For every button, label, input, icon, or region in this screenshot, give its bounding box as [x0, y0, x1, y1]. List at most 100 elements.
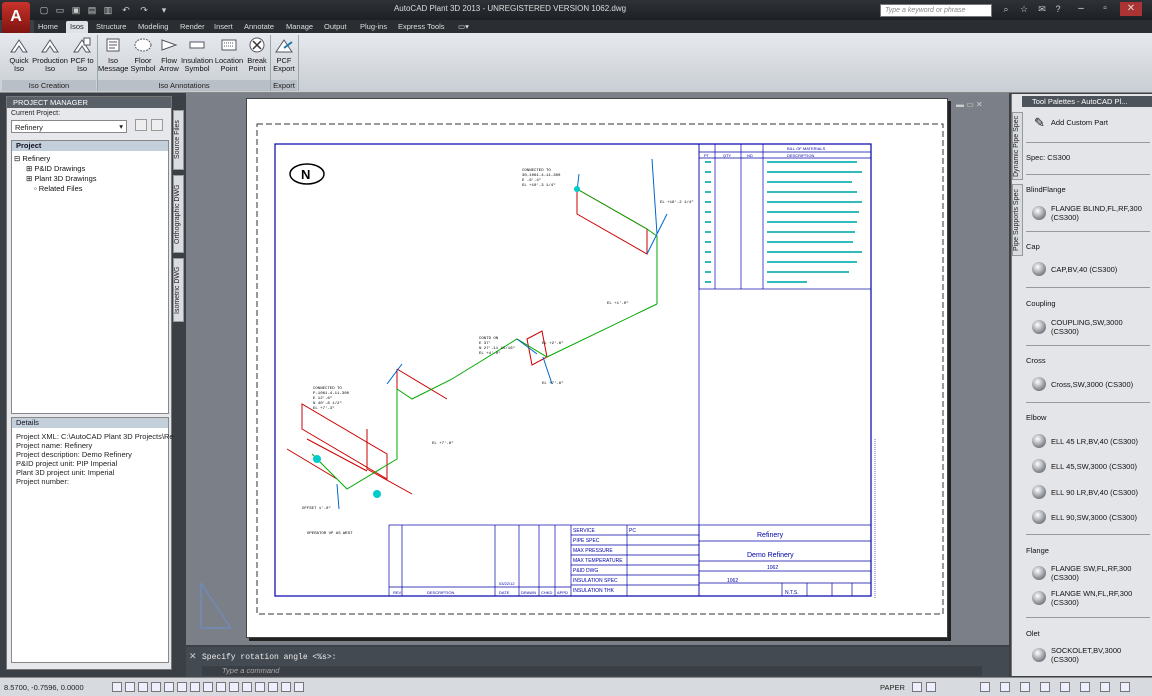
- search-input[interactable]: Type a keyword or phrase: [880, 4, 992, 17]
- redo-icon[interactable]: ↷: [138, 5, 150, 15]
- paper-space-toggle[interactable]: PAPER: [880, 683, 905, 692]
- quick-properties-toggle[interactable]: [268, 682, 278, 692]
- grid-display-toggle[interactable]: [138, 682, 148, 692]
- transparency-toggle[interactable]: [255, 682, 265, 692]
- viewport-controls-icon[interactable]: ▬ ▭ ✕: [956, 100, 983, 109]
- lineweight-toggle[interactable]: [242, 682, 252, 692]
- open-icon[interactable]: ▭: [54, 5, 66, 15]
- iso-message-button[interactable]: Iso Message: [98, 35, 128, 73]
- object-snap-toggle[interactable]: [177, 682, 187, 692]
- palette-item-ell-90-sw[interactable]: ELL 90,SW,3000 (CS300): [1032, 510, 1137, 524]
- tab-manage[interactable]: Manage: [282, 21, 317, 33]
- print-icon[interactable]: ▥: [102, 5, 114, 15]
- undo-icon[interactable]: ↶: [120, 5, 132, 15]
- save-as-icon[interactable]: ▤: [86, 5, 98, 15]
- 3d-object-snap-toggle[interactable]: [190, 682, 200, 692]
- save-icon[interactable]: ▣: [70, 5, 82, 15]
- isolate-objects-icon[interactable]: [1020, 682, 1030, 692]
- help-icon[interactable]: ?: [1052, 4, 1064, 16]
- floor-symbol-button[interactable]: Floor Symbol: [128, 35, 158, 73]
- insulation-symbol-button[interactable]: Insulation Symbol: [180, 35, 214, 73]
- tab-insert[interactable]: Insert: [210, 21, 237, 33]
- tab-modeling[interactable]: Modeling: [134, 21, 172, 33]
- flow-arrow-button[interactable]: Flow Arrow: [158, 35, 180, 73]
- dynamic-ucs-toggle[interactable]: [216, 682, 226, 692]
- settings-icon[interactable]: [1100, 682, 1110, 692]
- current-project-select[interactable]: Refinery ▾: [11, 120, 127, 133]
- tree-item-pid-drawings[interactable]: ⊞ P&ID Drawings: [26, 164, 85, 173]
- snap-mode-toggle[interactable]: [125, 682, 135, 692]
- minimize-button[interactable]: –: [1070, 2, 1092, 16]
- pcf-export-button[interactable]: PCF Export: [271, 35, 297, 73]
- tree-item-plant3d-drawings[interactable]: ⊞ Plant 3D Drawings: [26, 174, 96, 183]
- project-settings-icon[interactable]: [135, 119, 147, 131]
- palette-divider: [1026, 287, 1150, 288]
- quick-view-drawings-icon[interactable]: [926, 682, 936, 692]
- project-refresh-icon[interactable]: [151, 119, 163, 131]
- hardware-acceleration-icon[interactable]: [1040, 682, 1050, 692]
- new-icon[interactable]: ▢: [38, 5, 50, 15]
- production-iso-button[interactable]: Production Iso: [32, 35, 68, 73]
- project-header: Project: [12, 141, 168, 151]
- quick-view-layouts-icon[interactable]: [912, 682, 922, 692]
- workspace-switching-icon[interactable]: [980, 682, 990, 692]
- fullscreen-icon[interactable]: [1120, 682, 1130, 692]
- spec-service-value: PC: [629, 528, 636, 534]
- ortho-mode-toggle[interactable]: [151, 682, 161, 692]
- palette-item-cap[interactable]: CAP,BV,40 (CS300): [1032, 262, 1117, 276]
- palette-item-flange-sw[interactable]: FLANGE SW,FL,RF,300 (CS300): [1032, 564, 1131, 582]
- tab-isometric-dwg[interactable]: Isometric DWG: [173, 258, 184, 322]
- drawing-canvas[interactable]: N CONNECTED TO 30-1061-4-11-300 E -6'-4"…: [186, 93, 1009, 645]
- object-snap-tracking-toggle[interactable]: [203, 682, 213, 692]
- tab-structure[interactable]: Structure: [92, 21, 130, 33]
- quick-iso-button[interactable]: Quick Iso: [6, 35, 32, 73]
- palette-item-flange-wn[interactable]: FLANGE WN,FL,RF,300 (CS300): [1032, 589, 1132, 607]
- close-button[interactable]: ✕: [1120, 2, 1142, 16]
- workspace-dropdown-icon[interactable]: ▾: [158, 5, 170, 15]
- tab-dynamic-pipe-spec[interactable]: Dynamic Pipe Spec: [1012, 112, 1023, 180]
- selection-cycling-toggle[interactable]: [281, 682, 291, 692]
- break-point-button[interactable]: Break Point: [244, 35, 270, 73]
- application-menu-button[interactable]: A: [2, 2, 30, 34]
- palette-item-flange-blind[interactable]: FLANGE BLIND,FL,RF,300 (CS300): [1032, 204, 1142, 222]
- palette-item-coupling[interactable]: COUPLING,SW,3000 (CS300): [1032, 318, 1123, 336]
- tab-pipe-supports-spec[interactable]: Pipe Supports Spec: [1012, 184, 1023, 256]
- status-menu-icon[interactable]: [1060, 682, 1070, 692]
- communication-icon[interactable]: ✉: [1036, 4, 1048, 16]
- location-point-button[interactable]: Location Point: [214, 35, 244, 73]
- add-custom-part-button[interactable]: ✎ Add Custom Part: [1034, 116, 1109, 129]
- infer-constraints-toggle[interactable]: [112, 682, 122, 692]
- clean-screen-icon[interactable]: [1080, 682, 1090, 692]
- tab-annotate[interactable]: Annotate: [240, 21, 278, 33]
- palette-item-sockolet[interactable]: SOCKOLET,BV,3000 (CS300): [1032, 646, 1121, 664]
- rev-date-value: 03/22/12: [499, 581, 515, 586]
- tab-isos[interactable]: Isos: [66, 21, 88, 33]
- palette-item-ell-45-lr[interactable]: ELL 45 LR,BV,40 (CS300): [1032, 434, 1138, 448]
- annotation-monitor-toggle[interactable]: [294, 682, 304, 692]
- polar-tracking-toggle[interactable]: [164, 682, 174, 692]
- palette-item-ell-90-lr[interactable]: ELL 90 LR,BV,40 (CS300): [1032, 485, 1138, 499]
- tab-plugins[interactable]: Plug-ins: [356, 21, 391, 33]
- command-close-icon[interactable]: ✕: [189, 651, 197, 662]
- tab-render[interactable]: Render: [176, 21, 209, 33]
- north-arrow-label: N: [301, 167, 310, 182]
- tab-express-tools[interactable]: Express Tools: [394, 21, 449, 33]
- lock-icon[interactable]: [1000, 682, 1010, 692]
- add-custom-part-label: Add Custom Part: [1050, 118, 1109, 127]
- tree-item-refinery[interactable]: ⊟ Refinery: [14, 154, 50, 163]
- tree-item-related-files[interactable]: ▫ Related Files: [34, 184, 83, 193]
- pcf-to-iso-button[interactable]: PCF to Iso: [68, 35, 96, 73]
- palette-item-ell-45-sw[interactable]: ELL 45,SW,3000 (CS300): [1032, 459, 1137, 473]
- tab-orthographic-dwg[interactable]: Orthographic DWG: [173, 175, 184, 253]
- maximize-button[interactable]: ▫: [1094, 2, 1116, 16]
- subscription-icon[interactable]: ☆: [1018, 4, 1030, 16]
- bom-col-pt: PT: [704, 153, 710, 158]
- dynamic-input-toggle[interactable]: [229, 682, 239, 692]
- palette-item-cross[interactable]: Cross,SW,3000 (CS300): [1032, 377, 1133, 391]
- tab-output[interactable]: Output: [320, 21, 351, 33]
- tab-home[interactable]: Home: [34, 21, 62, 33]
- tab-source-files[interactable]: Source Files: [173, 110, 184, 170]
- command-input[interactable]: Type a command: [202, 666, 982, 676]
- search-icon[interactable]: ⌕: [1000, 4, 1012, 16]
- ribbon-toggle-icon[interactable]: ▭▾: [454, 21, 473, 33]
